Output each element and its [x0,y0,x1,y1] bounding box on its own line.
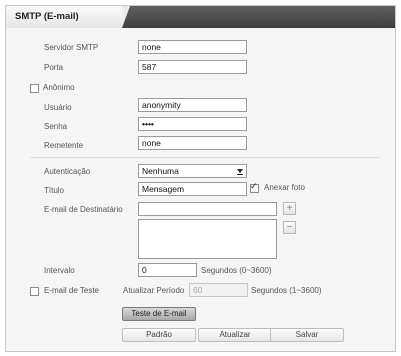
recipient-label: E-mail de Destinatário [44,205,123,214]
interval-unit: Segundos (0~3600) [201,266,272,275]
user-label: Usuário [44,103,72,112]
auth-select[interactable]: Nenhuma [138,164,247,178]
anonymous-label: Anônimo [43,83,75,92]
default-button[interactable]: Padrão [122,328,196,342]
test-email-label: E-mail de Teste [44,286,99,295]
interval-input[interactable]: 0 [138,263,197,277]
attach-photo-label: Anexar foto [264,183,305,192]
tab-bar: SMTP (E-mail) [6,6,395,28]
chevron-down-icon [235,166,245,176]
server-input[interactable]: none [138,40,247,54]
recipient-list[interactable] [138,219,277,259]
interval-label: Intervalo [44,266,75,275]
auth-select-value: Nenhuma [142,166,179,176]
update-period-unit: Segundos (1~3600) [251,286,322,295]
minus-icon: − [286,222,293,233]
tab-smtp-email[interactable]: SMTP (E-mail) [6,6,122,28]
remove-recipient-button[interactable]: − [283,221,296,234]
port-label: Porta [44,63,64,72]
subject-label: Título [44,186,65,195]
auth-label: Autenticação [44,167,91,176]
tab-corner [122,6,130,28]
attach-photo-checkbox[interactable] [250,181,259,193]
test-email-checkbox[interactable] [30,287,39,296]
sender-label: Remetente [44,141,84,150]
anonymous-checkbox[interactable] [30,84,39,93]
update-period-label: Atualizar Período [123,286,185,295]
add-recipient-button[interactable]: + [283,202,296,215]
refresh-button[interactable]: Atualizar [198,328,272,342]
server-label: Servidor SMTP [44,43,99,52]
recipient-input[interactable] [138,202,277,216]
test-email-button[interactable]: Teste de E-mail [122,307,196,321]
password-label: Senha [44,122,68,131]
password-input[interactable]: •••• [138,117,247,131]
subject-input[interactable]: Mensagem [138,182,247,196]
section-divider [30,157,380,158]
user-input[interactable]: anonymity [138,98,247,112]
plus-icon: + [286,203,293,214]
smtp-settings-panel: SMTP (E-mail) [5,5,396,352]
sender-input[interactable]: none [138,136,247,150]
update-period-input[interactable]: 60 [189,283,248,297]
save-button[interactable]: Salvar [270,328,344,342]
port-input[interactable]: 587 [138,60,247,74]
